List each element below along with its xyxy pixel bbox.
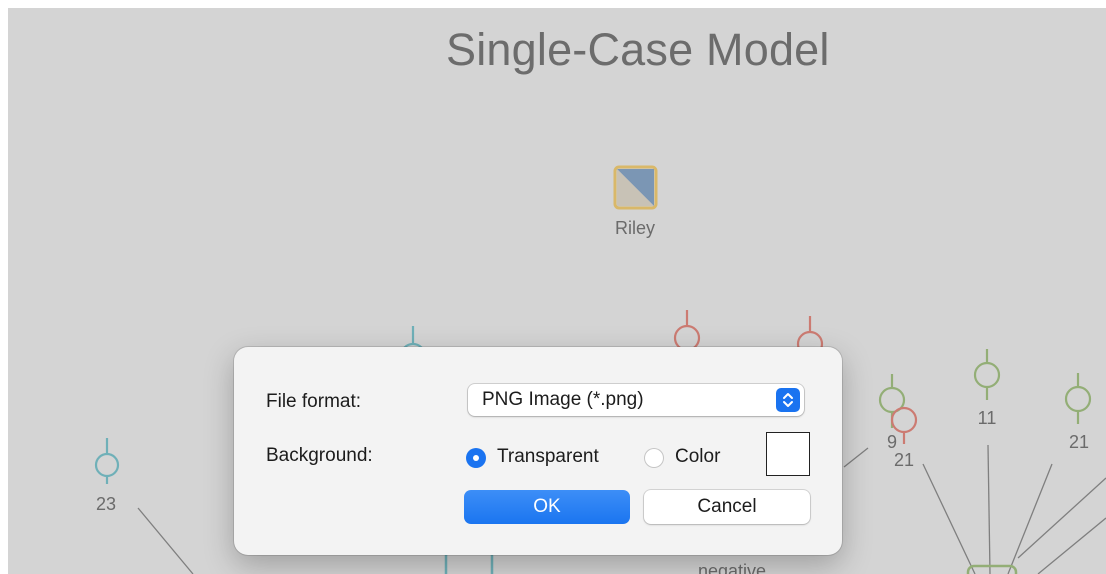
color-label[interactable]: Color bbox=[675, 446, 720, 468]
node-label-21-right: 21 bbox=[1068, 432, 1090, 452]
ok-button[interactable]: OK bbox=[464, 490, 630, 524]
node-11-icon[interactable] bbox=[973, 349, 1001, 400]
node-21-green-icon[interactable] bbox=[1064, 373, 1092, 424]
transparent-radio[interactable] bbox=[466, 448, 486, 468]
background-label: Background: bbox=[266, 445, 373, 466]
edge bbox=[922, 463, 976, 574]
edge bbox=[137, 507, 194, 574]
transparent-label[interactable]: Transparent bbox=[497, 446, 599, 468]
node-label-11: 11 bbox=[977, 408, 997, 428]
node-label-23: 23 bbox=[95, 494, 117, 514]
color-radio[interactable] bbox=[644, 448, 664, 468]
partial-edge-label: negative bbox=[698, 561, 767, 574]
node-label-21: 21 bbox=[893, 450, 915, 470]
edge bbox=[843, 447, 869, 468]
case-node-riley[interactable] bbox=[613, 165, 658, 210]
edge bbox=[1017, 477, 1106, 559]
file-format-label: File format: bbox=[266, 391, 362, 412]
case-node-label: Riley bbox=[614, 218, 656, 238]
chevron-up-down-icon bbox=[776, 388, 800, 412]
node-23-icon[interactable] bbox=[94, 438, 120, 484]
edge bbox=[1037, 517, 1106, 574]
model-title: Single-Case Model bbox=[446, 24, 830, 75]
file-format-value: PNG Image (*.png) bbox=[482, 389, 644, 410]
file-format-select[interactable]: PNG Image (*.png) bbox=[468, 384, 804, 416]
edge bbox=[987, 444, 991, 574]
edge bbox=[1007, 463, 1053, 574]
cancel-button[interactable]: Cancel bbox=[644, 490, 810, 524]
export-dialog: File format: PNG Image (*.png) Backgroun… bbox=[234, 347, 842, 555]
background-color-swatch[interactable] bbox=[766, 432, 810, 476]
